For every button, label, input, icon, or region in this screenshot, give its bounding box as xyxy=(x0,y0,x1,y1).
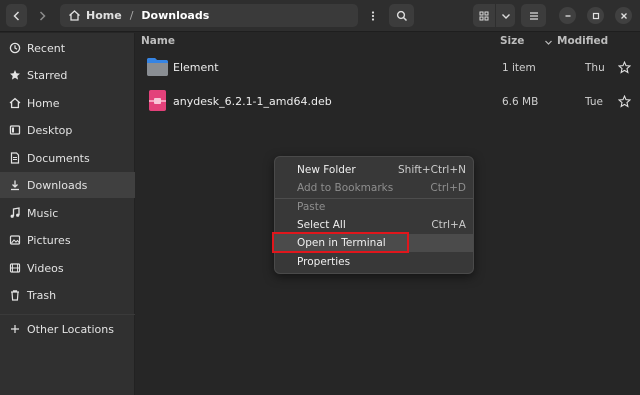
folder-menu-button[interactable] xyxy=(362,4,383,27)
view-grid-button[interactable] xyxy=(473,4,495,27)
header-bar: Home / Downloads xyxy=(0,0,640,32)
plus-icon xyxy=(11,325,19,333)
chevron-right-icon xyxy=(39,10,46,21)
sort-descending-icon xyxy=(545,40,552,45)
sidebar-item-recent[interactable]: Recent xyxy=(0,35,135,61)
desktop-icon xyxy=(9,125,21,135)
star-outline-icon[interactable] xyxy=(618,61,631,74)
search-button[interactable] xyxy=(389,4,414,27)
forward-button[interactable] xyxy=(31,4,52,27)
menu-item-shortcut: Shift+Ctrl+N xyxy=(398,164,466,176)
sidebar-item-label: Documents xyxy=(27,151,90,165)
file-size: 1 item xyxy=(502,62,536,74)
menu-item-label: Paste xyxy=(297,201,326,213)
breadcrumb-separator: / xyxy=(129,9,134,22)
grid-icon xyxy=(479,11,489,20)
sidebar-item-music[interactable]: Music xyxy=(0,200,135,226)
sidebar-item-label: Downloads xyxy=(27,178,88,192)
sidebar-item-other-locations[interactable]: Other Locations xyxy=(0,316,135,342)
sidebar-item-label: Starred xyxy=(27,68,68,82)
breadcrumb-downloads[interactable]: Downloads xyxy=(141,9,209,22)
home-icon xyxy=(69,10,80,21)
sidebar-item-trash[interactable]: Trash xyxy=(0,282,135,308)
clock-icon xyxy=(9,42,21,54)
close-button[interactable] xyxy=(615,7,632,24)
sidebar-item-videos[interactable]: Videos xyxy=(0,255,135,281)
document-icon xyxy=(10,152,20,164)
menu-item-label: Add to Bookmarks xyxy=(297,182,394,194)
file-size: 6.6 MB xyxy=(502,96,539,108)
column-header-size[interactable]: Size xyxy=(500,35,524,47)
sidebar-divider xyxy=(0,314,135,315)
sidebar-item-pictures[interactable]: Pictures xyxy=(0,227,135,253)
sidebar-item-label: Trash xyxy=(27,288,57,302)
download-icon xyxy=(11,180,19,191)
package-icon xyxy=(149,90,166,111)
sidebar-item-starred[interactable]: Starred xyxy=(0,62,135,88)
menu-item-shortcut: Ctrl+D xyxy=(430,182,466,194)
sidebar-item-label: Pictures xyxy=(27,233,71,247)
back-button[interactable] xyxy=(6,4,27,27)
sidebar: Recent Starred Home Desktop Documents Do… xyxy=(0,33,135,395)
breadcrumb-home[interactable]: Home xyxy=(86,9,122,22)
sidebar-item-documents[interactable]: Documents xyxy=(0,145,135,171)
video-icon xyxy=(9,263,21,273)
hamburger-icon xyxy=(529,11,538,20)
column-header-name[interactable]: Name xyxy=(141,35,175,47)
menu-item-label: Properties xyxy=(297,256,351,268)
table-row[interactable]: anydesk_6.2.1-1_amd64.deb 6.6 MB Tue xyxy=(136,87,640,119)
context-menu: New Folder Shift+Ctrl+N Add to Bookmarks… xyxy=(274,156,474,274)
sidebar-item-downloads[interactable]: Downloads xyxy=(0,172,135,198)
close-icon xyxy=(620,12,627,19)
sidebar-item-home[interactable]: Home xyxy=(0,90,135,116)
sidebar-item-label: Home xyxy=(27,96,60,110)
menu-item-paste[interactable]: Paste xyxy=(275,198,473,216)
sidebar-item-desktop[interactable]: Desktop xyxy=(0,117,135,143)
path-bar: Home / Downloads xyxy=(60,4,358,27)
star-icon xyxy=(10,70,20,80)
kebab-menu-icon xyxy=(371,10,374,21)
minimize-button[interactable] xyxy=(559,7,576,24)
column-header-modified[interactable]: Modified xyxy=(557,35,608,47)
menu-item-shortcut: Ctrl+A xyxy=(431,219,466,231)
main-menu-button[interactable] xyxy=(521,4,546,27)
maximize-icon xyxy=(592,12,599,19)
file-modified: Thu xyxy=(585,62,605,74)
minimize-icon xyxy=(565,14,570,17)
picture-icon xyxy=(9,235,21,245)
menu-item-properties[interactable]: Properties xyxy=(275,253,473,271)
table-row[interactable]: Element 1 item Thu xyxy=(136,53,640,85)
sidebar-item-label: Other Locations xyxy=(27,322,114,336)
highlight-annotation-box xyxy=(272,232,409,253)
file-name: anydesk_6.2.1-1_amd64.deb xyxy=(173,95,332,108)
view-options-button[interactable] xyxy=(496,4,515,27)
search-icon xyxy=(396,10,407,21)
sidebar-item-label: Recent xyxy=(27,41,66,55)
menu-item-label: Select All xyxy=(297,219,346,231)
sidebar-item-label: Videos xyxy=(27,261,64,275)
sidebar-item-label: Music xyxy=(27,206,59,220)
sidebar-item-label: Desktop xyxy=(27,123,73,137)
trash-icon xyxy=(11,290,19,301)
chevron-down-icon xyxy=(501,13,510,19)
file-modified: Tue xyxy=(585,96,603,108)
menu-item-label: New Folder xyxy=(297,164,356,176)
home-icon xyxy=(9,97,21,109)
folder-icon xyxy=(147,58,168,76)
chevron-left-icon xyxy=(12,10,19,21)
music-icon xyxy=(10,207,20,218)
menu-item-new-folder[interactable]: New Folder Shift+Ctrl+N xyxy=(275,161,473,179)
star-outline-icon[interactable] xyxy=(618,95,631,108)
maximize-button[interactable] xyxy=(587,7,604,24)
file-name: Element xyxy=(173,61,219,74)
menu-item-add-to-bookmarks[interactable]: Add to Bookmarks Ctrl+D xyxy=(275,179,473,197)
